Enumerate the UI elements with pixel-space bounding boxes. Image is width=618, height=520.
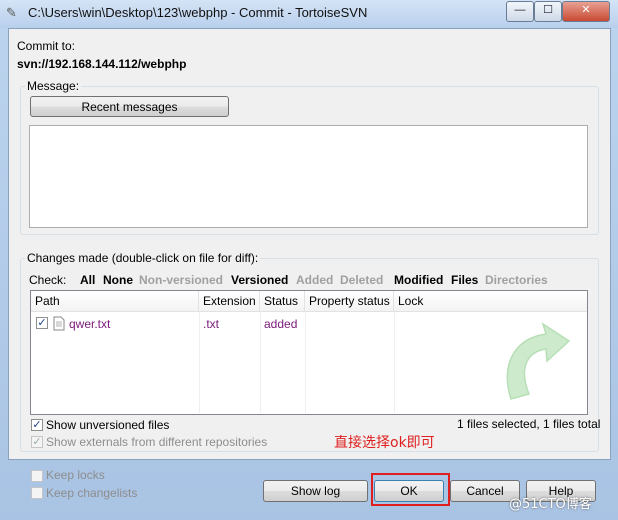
changed-files-list[interactable]: Path Extension Status Property status Lo…	[30, 290, 588, 415]
filter-versioned-link[interactable]: Versioned	[231, 273, 288, 287]
maximize-button[interactable]: ☐	[534, 1, 562, 22]
column-lock[interactable]: Lock	[394, 291, 587, 312]
filter-modified-link[interactable]: Modified	[394, 273, 443, 287]
show-externals-checkbox[interactable]: ✓	[31, 436, 43, 448]
dialog-footer: Keep locks Keep changelists Show log OK …	[0, 458, 618, 520]
column-property-status[interactable]: Property status	[305, 291, 394, 312]
close-button[interactable]: ✕	[562, 1, 610, 22]
commit-to-label: Commit to:	[17, 39, 76, 53]
check-label: Check:	[29, 273, 67, 287]
minimize-button[interactable]: —	[506, 1, 534, 22]
show-externals-label: Show externals from different repositori…	[46, 435, 268, 449]
window-title: C:\Users\win\Desktop\123\webphp - Commit…	[28, 5, 368, 20]
keep-locks-checkbox[interactable]	[31, 470, 43, 482]
commit-arrow-watermark-icon	[506, 322, 571, 400]
selection-summary: 1 files selected, 1 files total	[457, 417, 601, 431]
recent-messages-button[interactable]: Recent messages	[30, 96, 229, 117]
column-status[interactable]: Status	[260, 291, 305, 312]
filter-all-link[interactable]: All	[80, 273, 95, 287]
dialog-body: Commit to: svn://192.168.144.112/webphp …	[8, 28, 611, 460]
keep-locks-label: Keep locks	[46, 468, 105, 482]
column-path[interactable]: Path	[31, 291, 199, 312]
changes-group-label: Changes made (double-click on file for d…	[25, 251, 261, 265]
repository-url: svn://192.168.144.112/webphp	[17, 57, 187, 71]
filter-added-link[interactable]: Added	[296, 273, 333, 287]
keep-changelists-label: Keep changelists	[46, 486, 138, 500]
title-bar[interactable]: ✎ C:\Users\win\Desktop\123\webphp - Comm…	[0, 0, 618, 28]
annotation-highlight-box	[371, 473, 450, 506]
filter-deleted-link[interactable]: Deleted	[340, 273, 383, 287]
text-file-icon	[53, 316, 65, 331]
message-group-label: Message:	[25, 79, 82, 93]
filter-directories-link[interactable]: Directories	[485, 273, 548, 287]
row-path: qwer.txt	[69, 317, 111, 331]
commit-message-input[interactable]	[29, 125, 588, 228]
annotation-text: 直接选择ok即可	[334, 435, 435, 451]
keep-changelists-checkbox[interactable]	[31, 487, 43, 499]
watermark-text: @51CTO博客	[509, 497, 592, 512]
commit-window: ✎ C:\Users\win\Desktop\123\webphp - Comm…	[0, 0, 618, 520]
show-unversioned-checkbox[interactable]: ✓	[31, 419, 43, 431]
show-log-button[interactable]: Show log	[263, 480, 368, 502]
filter-non-versioned-link[interactable]: Non-versioned	[139, 273, 223, 287]
filter-none-link[interactable]: None	[103, 273, 133, 287]
show-unversioned-label: Show unversioned files	[46, 418, 170, 432]
filter-files-link[interactable]: Files	[451, 273, 478, 287]
row-status: added	[264, 317, 298, 331]
column-extension[interactable]: Extension	[199, 291, 260, 312]
tortoisesvn-icon: ✎	[6, 5, 17, 20]
row-extension: .txt	[203, 317, 220, 331]
row-checkbox[interactable]: ✓	[36, 317, 48, 329]
